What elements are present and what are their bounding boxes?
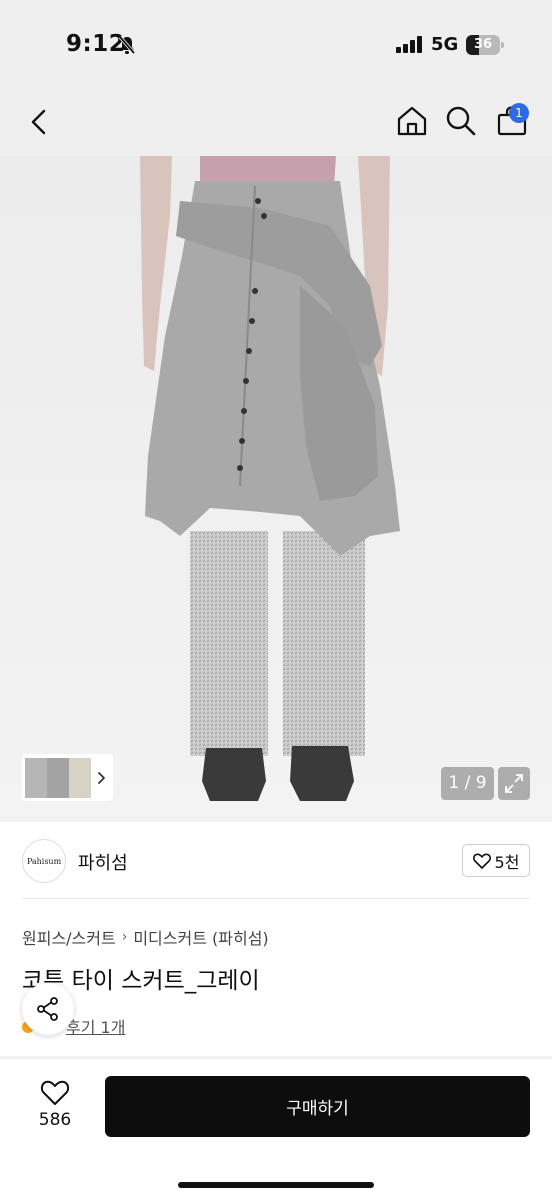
home-indicator bbox=[178, 1182, 374, 1188]
heart-outline-icon bbox=[40, 1080, 70, 1105]
breadcrumb-subcategory[interactable]: 미디스커트 (파히섬) bbox=[133, 925, 268, 949]
expand-button[interactable] bbox=[498, 767, 530, 800]
share-icon bbox=[37, 997, 58, 1021]
search-icon[interactable] bbox=[445, 105, 477, 137]
shop-like-button[interactable]: 5천 bbox=[462, 844, 530, 877]
shop-name[interactable]: 파히섬 bbox=[78, 849, 128, 875]
battery-icon: 36 bbox=[466, 35, 504, 55]
home-icon[interactable] bbox=[396, 105, 428, 137]
battery-level: 36 bbox=[473, 37, 493, 52]
wishlist-count: 586 bbox=[38, 1110, 72, 1130]
network-type: 5G bbox=[431, 34, 459, 55]
product-image[interactable] bbox=[0, 156, 552, 822]
back-arrow-icon[interactable] bbox=[28, 108, 50, 136]
breadcrumb-category[interactable]: 원피스/스커트 bbox=[22, 925, 116, 949]
share-button[interactable] bbox=[22, 983, 74, 1035]
review-link[interactable]: 후기 1개 bbox=[66, 1014, 125, 1038]
section-separator bbox=[0, 1056, 552, 1059]
expand-icon bbox=[505, 774, 523, 793]
product-photo bbox=[0, 156, 552, 822]
thumbnail-3[interactable] bbox=[69, 757, 91, 798]
bell-muted-icon bbox=[118, 35, 136, 55]
product-page: 9:12 5G 36 1 1 / 9 Pahisum 파히섬 5천 원피스/스커… bbox=[0, 0, 552, 1200]
buy-button[interactable]: 구매하기 bbox=[105, 1076, 530, 1137]
breadcrumb: 원피스/스커트 › 미디스커트 (파히섬) bbox=[22, 925, 269, 949]
divider bbox=[22, 898, 530, 899]
heart-outline-icon bbox=[472, 853, 491, 869]
status-bar: 9:12 5G 36 bbox=[0, 0, 552, 90]
shop-like-count: 5천 bbox=[494, 852, 520, 872]
chevron-right-icon: › bbox=[121, 929, 128, 945]
cellular-signal-icon bbox=[396, 36, 422, 53]
thumbnail-1[interactable] bbox=[25, 757, 47, 798]
cart-count-badge: 1 bbox=[509, 103, 529, 123]
top-nav-bar bbox=[0, 90, 552, 156]
thumbnail-2[interactable] bbox=[47, 757, 69, 798]
status-time: 9:12 bbox=[66, 31, 126, 57]
image-counter: 1 / 9 bbox=[441, 767, 494, 800]
shop-logo[interactable]: Pahisum bbox=[22, 839, 66, 883]
shop-logo-text: Pahisum bbox=[26, 856, 62, 866]
chevron-right-icon[interactable] bbox=[95, 767, 109, 789]
